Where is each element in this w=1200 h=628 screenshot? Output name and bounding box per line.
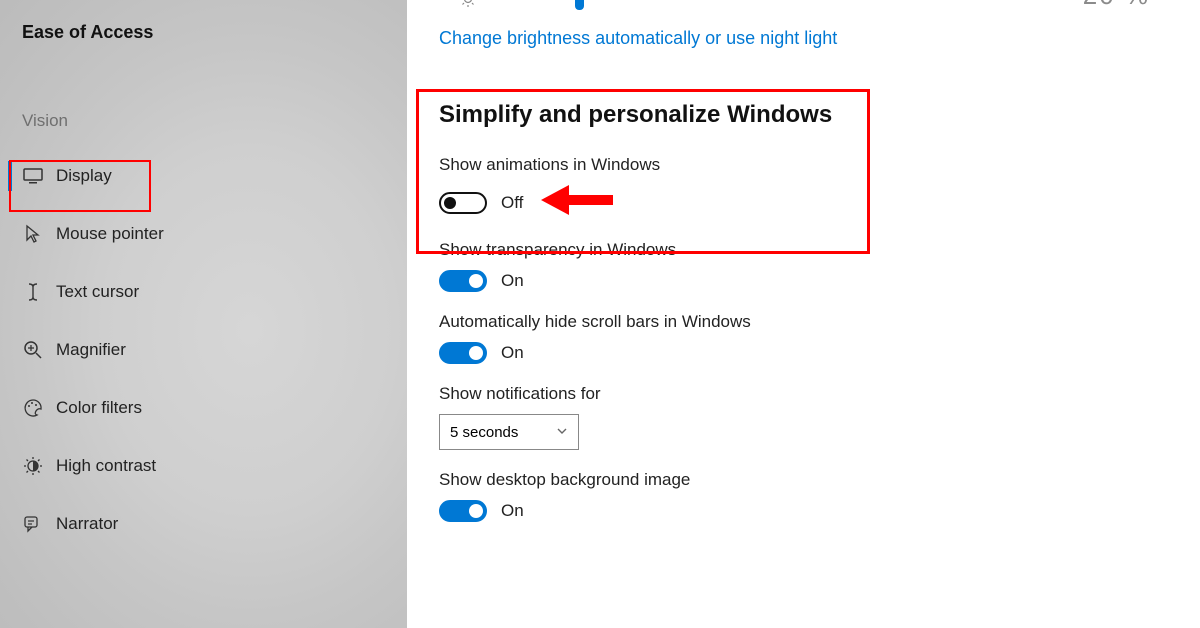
palette-icon <box>22 397 44 419</box>
sidebar-item-label: Narrator <box>56 514 118 534</box>
sidebar-section-vision: Vision <box>0 111 407 131</box>
sidebar-item-display[interactable]: Display <box>0 153 407 199</box>
brightness-value: 20 % <box>1083 0 1150 11</box>
setting-background: Show desktop background image On <box>439 470 1200 522</box>
pointer-icon <box>22 223 44 245</box>
sidebar-item-label: High contrast <box>56 456 156 476</box>
sidebar-item-label: Text cursor <box>56 282 139 302</box>
sidebar: Ease of Access Vision Display Mouse poin… <box>0 0 407 628</box>
toggle-animations[interactable] <box>439 192 487 214</box>
text-cursor-icon <box>22 281 44 303</box>
sidebar-item-high-contrast[interactable]: High contrast <box>0 443 407 489</box>
setting-label: Show notifications for <box>439 384 1200 404</box>
toggle-state: On <box>501 343 524 363</box>
sidebar-item-text-cursor[interactable]: Text cursor <box>0 269 407 315</box>
setting-animations: Show animations in Windows Off <box>439 155 1200 220</box>
annotation-arrow-icon <box>541 185 613 220</box>
chevron-down-icon <box>556 424 568 441</box>
sidebar-item-narrator[interactable]: Narrator <box>0 501 407 547</box>
sidebar-item-label: Mouse pointer <box>56 224 164 244</box>
setting-transparency: Show transparency in Windows On <box>439 240 1200 292</box>
toggle-background[interactable] <box>439 500 487 522</box>
setting-label: Show animations in Windows <box>439 155 1200 175</box>
sidebar-item-color-filters[interactable]: Color filters <box>0 385 407 431</box>
content-pane: 20 % Change brightness automatically or … <box>407 0 1200 628</box>
setting-label: Show desktop background image <box>439 470 1200 490</box>
brightness-auto-link[interactable]: Change brightness automatically or use n… <box>439 28 837 49</box>
magnifier-icon <box>22 339 44 361</box>
notifications-dropdown[interactable]: 5 seconds <box>439 414 579 450</box>
setting-label: Show transparency in Windows <box>439 240 1200 260</box>
brightness-slider-row: 20 % <box>439 0 1200 6</box>
sidebar-item-label: Display <box>56 166 112 186</box>
sidebar-item-magnifier[interactable]: Magnifier <box>0 327 407 373</box>
brightness-low-icon <box>459 0 477 13</box>
toggle-state: Off <box>501 193 523 213</box>
sidebar-title: Ease of Access <box>0 22 407 43</box>
setting-label: Automatically hide scroll bars in Window… <box>439 312 1200 332</box>
sidebar-item-label: Color filters <box>56 398 142 418</box>
contrast-icon <box>22 455 44 477</box>
toggle-state: On <box>501 271 524 291</box>
section-heading-simplify: Simplify and personalize Windows <box>439 101 1200 129</box>
sidebar-item-mouse-pointer[interactable]: Mouse pointer <box>0 211 407 257</box>
dropdown-value: 5 seconds <box>450 424 518 441</box>
narrator-icon <box>22 513 44 535</box>
toggle-transparency[interactable] <box>439 270 487 292</box>
setting-notifications: Show notifications for 5 seconds <box>439 384 1200 450</box>
monitor-icon <box>22 165 44 187</box>
sidebar-item-label: Magnifier <box>56 340 126 360</box>
toggle-scrollbars[interactable] <box>439 342 487 364</box>
brightness-slider-thumb[interactable] <box>575 0 584 10</box>
toggle-state: On <box>501 501 524 521</box>
setting-scrollbars: Automatically hide scroll bars in Window… <box>439 312 1200 364</box>
